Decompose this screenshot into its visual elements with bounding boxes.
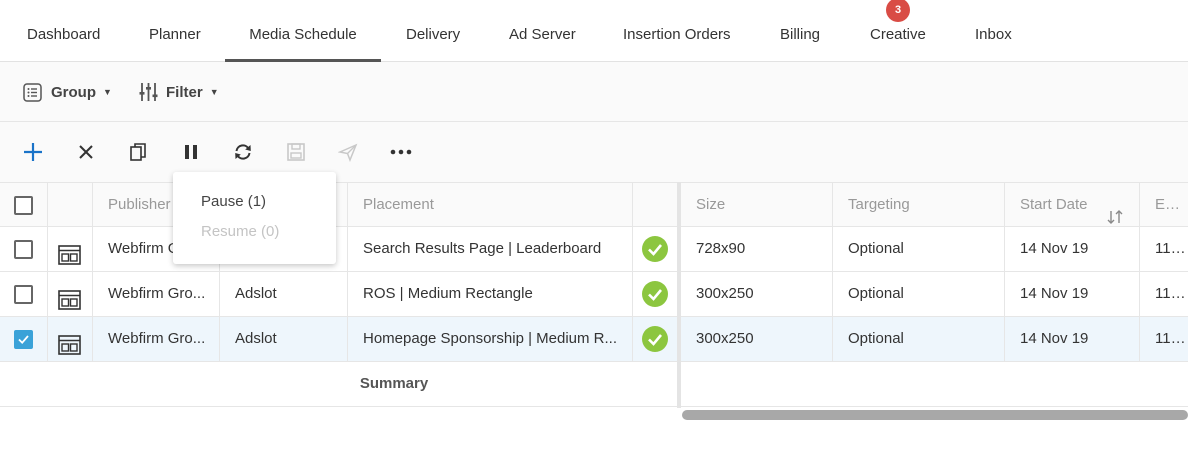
copy-icon[interactable] <box>126 140 150 164</box>
vendor-cell: Adslot <box>220 317 348 361</box>
pinned-column-divider[interactable] <box>677 182 681 408</box>
refresh-icon[interactable] <box>231 140 255 164</box>
status-cell <box>633 227 678 271</box>
tab-planner[interactable]: Planner <box>149 0 201 62</box>
start-date-cell: 14 Nov 19 <box>1005 317 1140 361</box>
tab-label: Ad Server <box>509 26 576 43</box>
delete-icon[interactable] <box>74 140 98 164</box>
type-cell <box>48 227 93 271</box>
placement-header[interactable]: Placement <box>348 183 633 227</box>
size-cell: 728x90 <box>681 227 833 271</box>
tab-dashboard[interactable]: Dashboard <box>27 0 100 62</box>
start-date-cell: 14 Nov 19 <box>1005 227 1140 271</box>
type-cell <box>48 317 93 361</box>
pause-icon[interactable] <box>179 140 203 164</box>
end-date-cell: 11 De <box>1155 330 1188 347</box>
tab-label: Inbox <box>975 26 1012 43</box>
start-date-cell: 14 Nov 19 <box>1005 272 1140 316</box>
end-date-cell: 11 De <box>1155 285 1188 302</box>
tab-label: Dashboard <box>27 26 101 43</box>
tab-delivery[interactable]: Delivery <box>406 0 460 62</box>
row-checkbox[interactable] <box>14 330 33 349</box>
table-row[interactable]: Webfirm Gro... Adslot ROS | Medium Recta… <box>0 272 1188 317</box>
status-cell <box>633 317 678 361</box>
select-all-checkbox[interactable] <box>14 196 33 215</box>
targeting-cell: Optional <box>833 317 1005 361</box>
row-select-cell <box>0 227 48 271</box>
row-select-cell <box>0 317 48 361</box>
status-cell <box>633 272 678 316</box>
placement-cell: Homepage Sponsorship | Medium R... <box>348 317 633 361</box>
row-select-cell <box>0 272 48 316</box>
tab-media-schedule[interactable]: Media Schedule <box>225 0 381 62</box>
tab-inbox[interactable]: Inbox <box>975 0 1012 62</box>
type-header-cell <box>48 183 93 227</box>
targeting-header[interactable]: Targeting <box>833 183 1005 227</box>
table-row[interactable]: Webfirm Gro... Adslot Homepage Sponsorsh… <box>0 317 1188 362</box>
tab-label: Planner <box>149 26 201 43</box>
more-icon[interactable] <box>389 140 413 164</box>
vendor-cell: Adslot <box>220 272 348 316</box>
size-header[interactable]: Size <box>681 183 833 227</box>
resume-menu-item[interactable]: Resume (0) <box>201 223 279 240</box>
caret-down-icon: ▼ <box>209 87 219 97</box>
placement-cell: Search Results Page | Leaderboard <box>348 227 633 271</box>
tab-ad-server[interactable]: Ad Server <box>509 0 576 62</box>
tab-label: Insertion Orders <box>623 26 731 43</box>
status-header <box>633 183 678 227</box>
display-ad-icon <box>58 239 81 265</box>
start-date-header[interactable]: Start Date <box>1005 183 1140 227</box>
tab-insertion-orders[interactable]: Insertion Orders <box>623 0 731 62</box>
filter-label: Filter <box>166 83 203 101</box>
group-label: Group <box>51 83 96 101</box>
select-all-cell <box>0 183 48 227</box>
check-circle-icon <box>642 281 668 307</box>
tab-label: Media Schedule <box>249 26 357 43</box>
targeting-cell: Optional <box>833 227 1005 271</box>
pause-menu: Pause (1) Resume (0) <box>173 172 336 264</box>
placement-cell: ROS | Medium Rectangle <box>348 272 633 316</box>
targeting-cell: Optional <box>833 272 1005 316</box>
list-icon <box>23 82 42 102</box>
row-checkbox[interactable] <box>14 240 33 259</box>
add-icon[interactable] <box>21 140 45 164</box>
size-cell: 300x250 <box>681 317 833 361</box>
caret-down-icon: ▼ <box>103 87 112 97</box>
display-ad-icon <box>58 329 81 355</box>
pause-menu-item[interactable]: Pause (1) <box>201 193 266 210</box>
tab-label: Billing <box>780 26 821 43</box>
group-filter-bar: Group ▼ Filter ▼ <box>0 62 1188 122</box>
size-cell: 300x250 <box>681 272 833 316</box>
publisher-cell: Webfirm Gro... <box>93 272 220 316</box>
display-ad-icon <box>58 284 81 310</box>
send-icon[interactable] <box>336 140 360 164</box>
end-date-header[interactable]: End D <box>1140 183 1188 227</box>
summary-row: Summary <box>0 362 1188 407</box>
summary-label: Summary <box>359 375 429 392</box>
check-circle-icon <box>642 326 668 352</box>
filter-button[interactable]: Filter ▼ <box>139 80 219 104</box>
save-icon[interactable] <box>284 140 308 164</box>
tab-billing[interactable]: Billing <box>780 0 820 62</box>
row-checkbox[interactable] <box>14 285 33 304</box>
top-nav: Dashboard Planner Media Schedule Deliver… <box>0 0 1188 62</box>
horizontal-scrollbar[interactable] <box>682 410 1188 420</box>
type-cell <box>48 272 93 316</box>
end-date-cell: 11 De <box>1155 240 1188 257</box>
check-circle-icon <box>642 236 668 262</box>
publisher-cell: Webfirm Gro... <box>93 317 220 361</box>
tab-label: Delivery <box>406 26 461 43</box>
sort-icon[interactable] <box>1107 198 1123 224</box>
start-date-header-label: Start Date <box>1020 196 1088 213</box>
sliders-icon <box>139 82 158 102</box>
group-button[interactable]: Group ▼ <box>23 80 112 104</box>
tab-label: Creative <box>870 26 926 43</box>
